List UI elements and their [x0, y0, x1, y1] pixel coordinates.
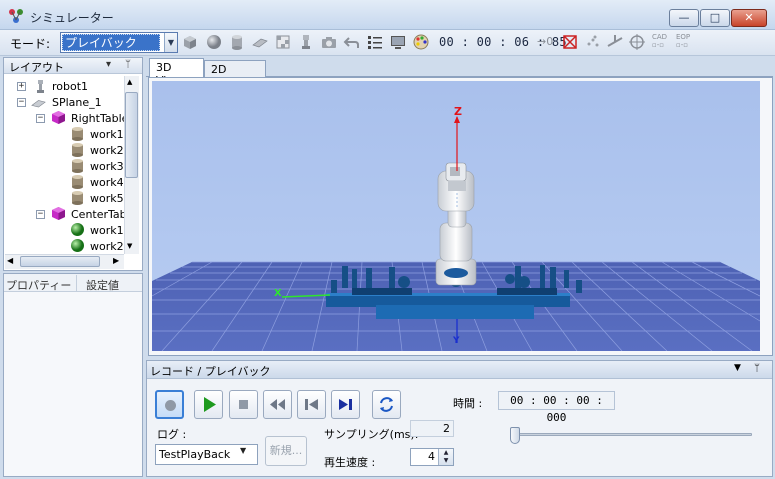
tree-item-work5[interactable]: work5 [90, 192, 124, 208]
move-to-zero-icon[interactable]: →0 [537, 35, 553, 48]
property-column-header[interactable]: プロパティー [6, 277, 71, 293]
3d-viewport[interactable]: Z X Y [152, 81, 760, 351]
sampling-label: サンプリング(ms): [324, 428, 419, 441]
cylinder-work-icon [72, 191, 83, 205]
time-display: 00 : 00 : 00 : 000 [498, 391, 615, 424]
skip-start-icon [305, 399, 318, 410]
chevron-down-icon[interactable]: ▼ [164, 33, 177, 52]
plane-icon [31, 100, 46, 108]
pin-icon[interactable]: ᛘ [754, 363, 760, 374]
app-icon [9, 9, 23, 23]
playback-speed-label: 再生速度 : [324, 456, 376, 469]
palette-icon[interactable] [412, 33, 430, 51]
vertical-scroll-thumb[interactable] [125, 92, 138, 178]
record-icon [165, 400, 176, 411]
orbit-icon[interactable] [628, 33, 646, 51]
timeline-slider-thumb[interactable] [510, 427, 520, 444]
sphere-work-icon [71, 223, 84, 236]
properties-panel [3, 273, 143, 477]
new-log-button[interactable]: 新規... [265, 436, 307, 466]
cylinder-work-icon [72, 143, 83, 157]
box-icon[interactable] [181, 33, 199, 51]
camera-icon[interactable] [320, 33, 338, 51]
time-label: 時間 : [453, 397, 483, 410]
loop-icon [380, 397, 393, 412]
cylinder-work-icon [72, 127, 83, 141]
scroll-down-icon[interactable]: ▼ [127, 242, 132, 250]
layout-panel-title: レイアウト [9, 61, 64, 74]
loop-button[interactable] [372, 390, 401, 419]
panel-menu-icon[interactable]: ▼ [734, 363, 741, 373]
cad-icon[interactable]: CAD ▫-▫ [652, 33, 667, 49]
table-cube-icon [52, 207, 65, 220]
cylinder-work-icon [72, 175, 83, 189]
maximize-button[interactable]: □ [700, 9, 730, 27]
mode-label: モード: [10, 37, 51, 51]
points-icon[interactable] [584, 33, 602, 51]
play-icon [204, 397, 216, 412]
record-button[interactable] [155, 390, 184, 419]
rewind-icon [270, 399, 285, 410]
collapse-righttable-toggle[interactable]: − [36, 114, 45, 123]
rewind-button[interactable] [263, 390, 292, 419]
scroll-up-icon[interactable]: ▲ [127, 78, 132, 86]
tab-3d-view[interactable]: 3D View [149, 58, 204, 87]
tree-item-work4[interactable]: work4 [90, 176, 124, 192]
mode-select-value[interactable]: プレイバック [62, 34, 160, 51]
timeline-slider-track[interactable] [517, 433, 752, 436]
tree-item-sphere-work1[interactable]: work1 [90, 224, 124, 240]
collapse-centertable-toggle[interactable]: − [36, 210, 45, 219]
close-button[interactable]: ✕ [731, 9, 767, 27]
monitor-icon[interactable] [389, 33, 407, 51]
scroll-right-icon[interactable]: ▶ [113, 256, 119, 265]
log-label: ログ : [157, 428, 187, 441]
panel-menu-icon[interactable]: ▾ [106, 59, 111, 70]
eop-icon[interactable]: EOP ▫-▫ [676, 33, 690, 49]
list-icon[interactable] [366, 33, 384, 51]
skip-end-icon [339, 399, 352, 410]
tree-item-work1[interactable]: work1 [90, 128, 124, 144]
skip-to-start-button[interactable] [297, 390, 326, 419]
tree-item-work2[interactable]: work2 [90, 144, 124, 160]
tree-item-work3[interactable]: work3 [90, 160, 124, 176]
cylinder-icon[interactable] [228, 33, 246, 51]
tab-2d-layout[interactable]: 2D Layout [204, 60, 266, 89]
sphere-icon[interactable] [205, 33, 223, 51]
chevron-down-icon[interactable]: ▼ [240, 446, 246, 455]
sampling-field[interactable]: 2 [410, 420, 454, 437]
record-panel-title: レコード / プレイバック [150, 365, 271, 378]
stop-button[interactable] [229, 390, 258, 419]
plane-icon[interactable] [251, 33, 269, 51]
undo-icon[interactable] [343, 33, 361, 51]
minimize-button[interactable]: — [669, 9, 699, 27]
z-axis-label: Z [454, 105, 462, 118]
skip-to-end-button[interactable] [331, 390, 360, 419]
robot-icon [37, 80, 44, 93]
column-divider[interactable] [76, 275, 77, 291]
robot-icon[interactable] [297, 33, 315, 51]
cylinder-work-icon [72, 159, 83, 173]
collapse-splane-toggle[interactable]: − [17, 98, 26, 107]
tree-item-robot1[interactable]: robot1 [52, 80, 88, 96]
pin-icon[interactable]: ᛘ [125, 59, 131, 70]
play-button[interactable] [194, 390, 223, 419]
table-cube-icon [52, 111, 65, 124]
expand-robot1-toggle[interactable]: + [17, 82, 26, 91]
window-title: シミュレーター [30, 11, 114, 25]
stop-icon [239, 400, 248, 409]
y-axis-label: Y [452, 336, 460, 346]
speed-spinner[interactable]: ▲ ▼ [438, 449, 453, 465]
scroll-left-icon[interactable]: ◀ [7, 256, 13, 265]
horizontal-scroll-thumb[interactable] [20, 256, 100, 267]
gizmo-icon[interactable] [606, 33, 624, 51]
sphere-work-icon [71, 239, 84, 252]
workpiece-icon[interactable] [274, 33, 292, 51]
title-bar[interactable] [0, 0, 775, 30]
collision-icon[interactable] [561, 33, 579, 51]
value-column-header[interactable]: 設定値 [86, 277, 119, 293]
x-axis-label: X [274, 288, 282, 299]
